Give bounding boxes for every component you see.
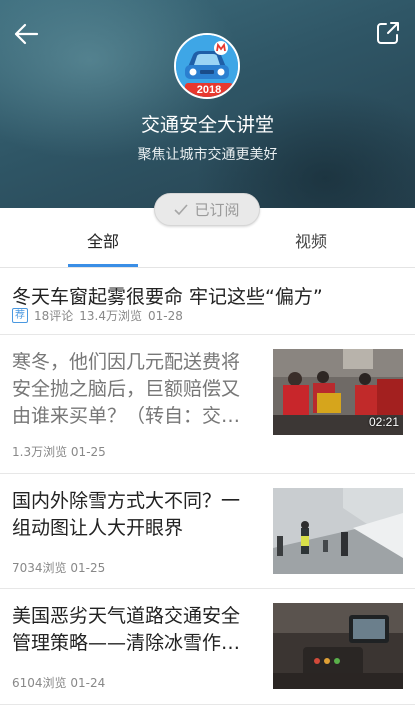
truck-cab-image	[273, 603, 403, 689]
channel-title: 交通安全大讲堂	[140, 114, 274, 136]
publish-date: 01-25	[70, 561, 106, 575]
active-tab-indicator	[68, 264, 138, 267]
article-title: 美国恶劣天气道路交通安全管理策略——清除冰雪作…	[12, 605, 241, 654]
recommended-badge: 荐	[12, 308, 28, 323]
article-title: 寒冬，他们因几元配送费将安全抛之脑后，巨额赔偿又由谁来买单？（转自：交…	[12, 351, 241, 427]
article-meta: 6104浏览 01-24	[12, 674, 105, 691]
article-meta: 7034浏览 01-25	[12, 559, 105, 576]
publish-date: 01-24	[70, 676, 106, 690]
article-thumbnail[interactable]	[273, 488, 403, 574]
view-count: 6104浏览	[12, 676, 67, 690]
publish-date: 01-28	[148, 308, 183, 323]
logo-year-badge: 2018	[185, 83, 233, 97]
share-button[interactable]	[375, 20, 401, 46]
back-button[interactable]	[12, 20, 40, 48]
list-item[interactable]: 美国恶劣天气道路交通安全管理策略——清除冰雪作… 6104浏览 01-24	[0, 589, 415, 705]
video-thumbnail[interactable]: 02:21	[273, 349, 403, 435]
list-item[interactable]: 国内外除雪方式大不同？一组动图让人大开眼界 7034浏览 01-25	[0, 474, 415, 589]
check-icon	[174, 203, 189, 215]
view-count: 7034浏览	[12, 561, 67, 575]
channel-subtitle: 聚焦让城市交通更美好	[137, 147, 278, 163]
comment-count: 18评论	[34, 309, 74, 323]
article-list: 冬天车窗起雾很要命 牢记这些“偏方” 荐 18评论 13.4万浏览 01-28 …	[0, 268, 415, 705]
list-item[interactable]: 寒冬，他们因几元配送费将安全抛之脑后，巨额赔偿又由谁来买单？（转自：交… 1.3…	[0, 335, 415, 474]
list-item[interactable]: 冬天车窗起雾很要命 牢记这些“偏方” 荐 18评论 13.4万浏览 01-28	[0, 268, 415, 335]
tab-video[interactable]: 视频	[261, 228, 361, 252]
tab-all[interactable]: 全部	[53, 228, 153, 252]
article-meta: 1.3万浏览 01-25	[12, 443, 106, 460]
subscribed-button[interactable]: 已订阅	[154, 193, 260, 226]
article-meta: 荐 18评论 13.4万浏览 01-28	[12, 307, 183, 324]
article-thumbnail[interactable]	[273, 603, 403, 689]
video-duration: 02:21	[368, 415, 399, 429]
channel-avatar[interactable]: 2018	[174, 33, 240, 99]
arrow-left-icon	[14, 23, 39, 45]
view-count: 1.3万浏览	[12, 445, 68, 459]
channel-header: 2018 交通安全大讲堂 聚焦让城市交通更美好	[0, 0, 415, 208]
subscribed-label: 已订阅	[194, 201, 240, 219]
article-title: 冬天车窗起雾很要命 牢记这些“偏方”	[12, 286, 323, 308]
snow-road-image	[273, 488, 403, 574]
article-title: 国内外除雪方式大不同？一组动图让人大开眼界	[12, 490, 241, 539]
view-count: 13.4万浏览	[79, 309, 143, 323]
share-external-icon	[377, 22, 399, 44]
publish-date: 01-25	[70, 445, 106, 459]
car-logo: 2018	[174, 33, 240, 99]
